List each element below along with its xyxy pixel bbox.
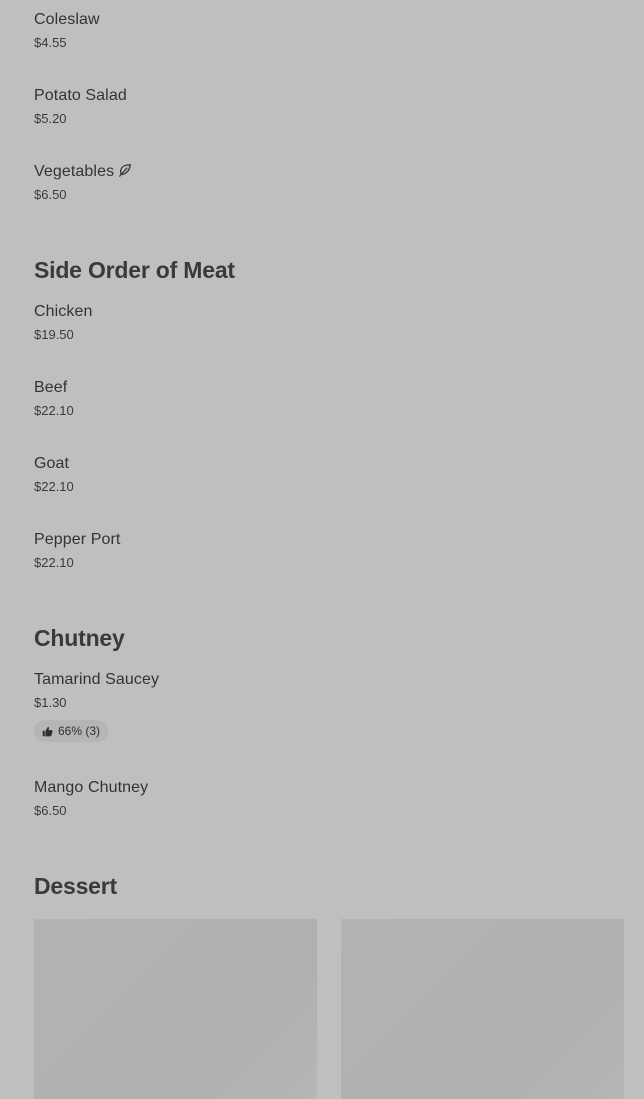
item-name: Mango Chutney	[34, 779, 149, 796]
menu-item-potato-salad[interactable]: Potato Salad $5.20	[34, 86, 624, 128]
item-price: $5.20	[34, 111, 67, 126]
item-price: $22.10	[34, 555, 74, 570]
item-name: Tamarind Saucey	[34, 671, 160, 688]
menu-item-tamarind-saucey[interactable]: Tamarind Saucey $1.30 66% (3)	[34, 670, 624, 742]
item-name: Beef	[34, 379, 68, 396]
item-price: $6.50	[34, 803, 67, 818]
menu-item-mango-chutney[interactable]: Mango Chutney $6.50	[34, 778, 624, 820]
dessert-card-image[interactable]	[34, 919, 317, 1099]
section-title-meat: Side Order of Meat	[34, 257, 235, 283]
item-price: $4.55	[34, 35, 67, 50]
item-name-row: Vegetables	[34, 162, 624, 182]
rating-badge: 66% (3)	[34, 720, 109, 742]
item-price: $22.10	[34, 403, 74, 418]
menu-item-pepper-port[interactable]: Pepper Port $22.10	[34, 530, 624, 572]
item-name: Goat	[34, 455, 70, 472]
leaf-icon	[119, 164, 132, 177]
item-price: $1.30	[34, 695, 67, 710]
menu-item-goat[interactable]: Goat $22.10	[34, 454, 624, 496]
item-price: $19.50	[34, 327, 74, 342]
section-title-dessert: Dessert	[34, 873, 117, 899]
dessert-card-image[interactable]	[341, 919, 624, 1099]
item-price: $6.50	[34, 187, 67, 202]
menu-item-vegetables[interactable]: Vegetables $6.50	[34, 162, 624, 204]
section-title-chutney: Chutney	[34, 625, 125, 651]
thumbs-up-icon	[42, 726, 53, 736]
menu-item-chicken[interactable]: Chicken $19.50	[34, 302, 624, 344]
item-name: Chicken	[34, 303, 93, 320]
menu-item-coleslaw[interactable]: Coleslaw $4.55	[34, 10, 624, 52]
rating-text: 66% (3)	[58, 724, 101, 738]
item-name: Potato Salad	[34, 87, 127, 104]
item-name: Pepper Port	[34, 531, 121, 548]
item-price: $22.10	[34, 479, 74, 494]
menu-item-beef[interactable]: Beef $22.10	[34, 378, 624, 420]
item-name: Coleslaw	[34, 11, 100, 28]
item-name: Vegetables	[34, 163, 115, 180]
